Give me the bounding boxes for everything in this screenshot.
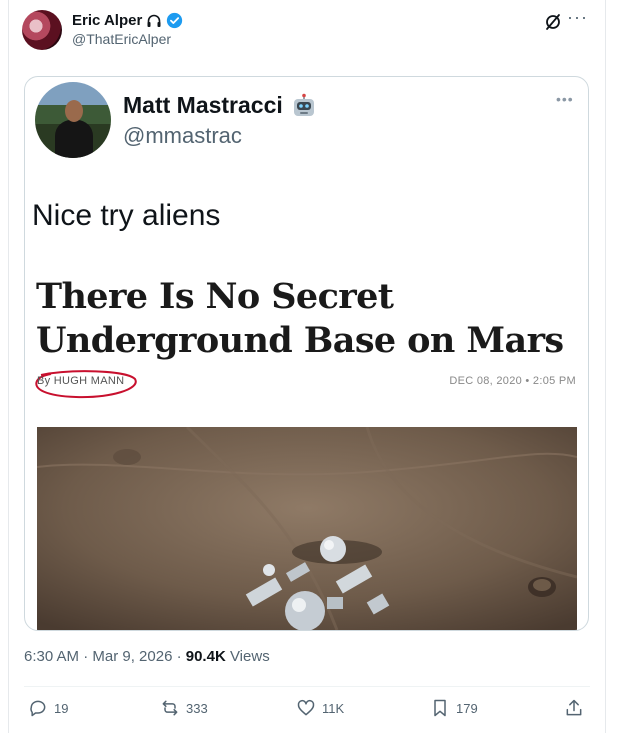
bookmark-icon <box>434 699 446 717</box>
like-icon <box>297 699 315 716</box>
tweet-meta: 6:30 AM · Mar 9, 2026 · 90.4K Views <box>24 648 270 665</box>
tweet-timestamp[interactable]: 6:30 AM · Mar 9, 2026 · <box>24 648 186 665</box>
divider <box>24 686 590 687</box>
robot-emoji-icon <box>293 93 314 116</box>
article-headline: There Is No Secret Underground Base on M… <box>36 276 564 361</box>
article-date: DEC 08, 2020 • 2:05 PM <box>449 375 576 387</box>
views-label: Views <box>225 648 270 665</box>
author-name[interactable]: Eric Alper <box>72 12 142 29</box>
reply-button[interactable]: 19 <box>28 698 68 718</box>
share-button[interactable] <box>564 698 584 718</box>
author-name-row: Eric Alper <box>72 12 183 29</box>
quoted-tweet-card[interactable]: Matt Mastracci @mmastrac ••• Nice try al… <box>24 76 589 631</box>
reply-icon <box>30 700 46 717</box>
quoted-author-handle[interactable]: @mmastrac <box>123 123 242 149</box>
more-icon[interactable]: ··· <box>567 7 588 28</box>
author-handle[interactable]: @ThatEricAlper <box>72 31 171 47</box>
author-avatar[interactable] <box>22 10 62 50</box>
verified-badge-icon <box>167 12 183 29</box>
quoted-more-icon[interactable]: ••• <box>556 91 574 107</box>
repost-button[interactable]: 333 <box>160 698 208 718</box>
quoted-author-name[interactable]: Matt Mastracci <box>123 92 283 119</box>
like-count: 11K <box>322 700 345 716</box>
bookmark-button[interactable]: 179 <box>430 698 478 718</box>
bookmark-count: 179 <box>456 700 478 716</box>
like-button[interactable]: 11K <box>296 698 344 718</box>
quoted-name-row: Matt Mastracci <box>123 92 317 119</box>
quoted-tweet-text: Nice try aliens <box>32 199 221 232</box>
article-byline: By HUGH MANN <box>37 375 125 387</box>
action-bar: 19 333 11K 179 <box>24 698 590 722</box>
quoted-author-avatar[interactable] <box>35 82 111 158</box>
mars-base-photo <box>37 427 577 630</box>
grok-icon[interactable] <box>543 12 563 32</box>
views-count: 90.4K <box>185 648 226 665</box>
headphones-icon <box>147 14 161 27</box>
reply-count: 19 <box>54 700 69 716</box>
repost-icon <box>162 700 178 716</box>
repost-count: 333 <box>186 700 208 716</box>
share-icon <box>566 699 582 716</box>
